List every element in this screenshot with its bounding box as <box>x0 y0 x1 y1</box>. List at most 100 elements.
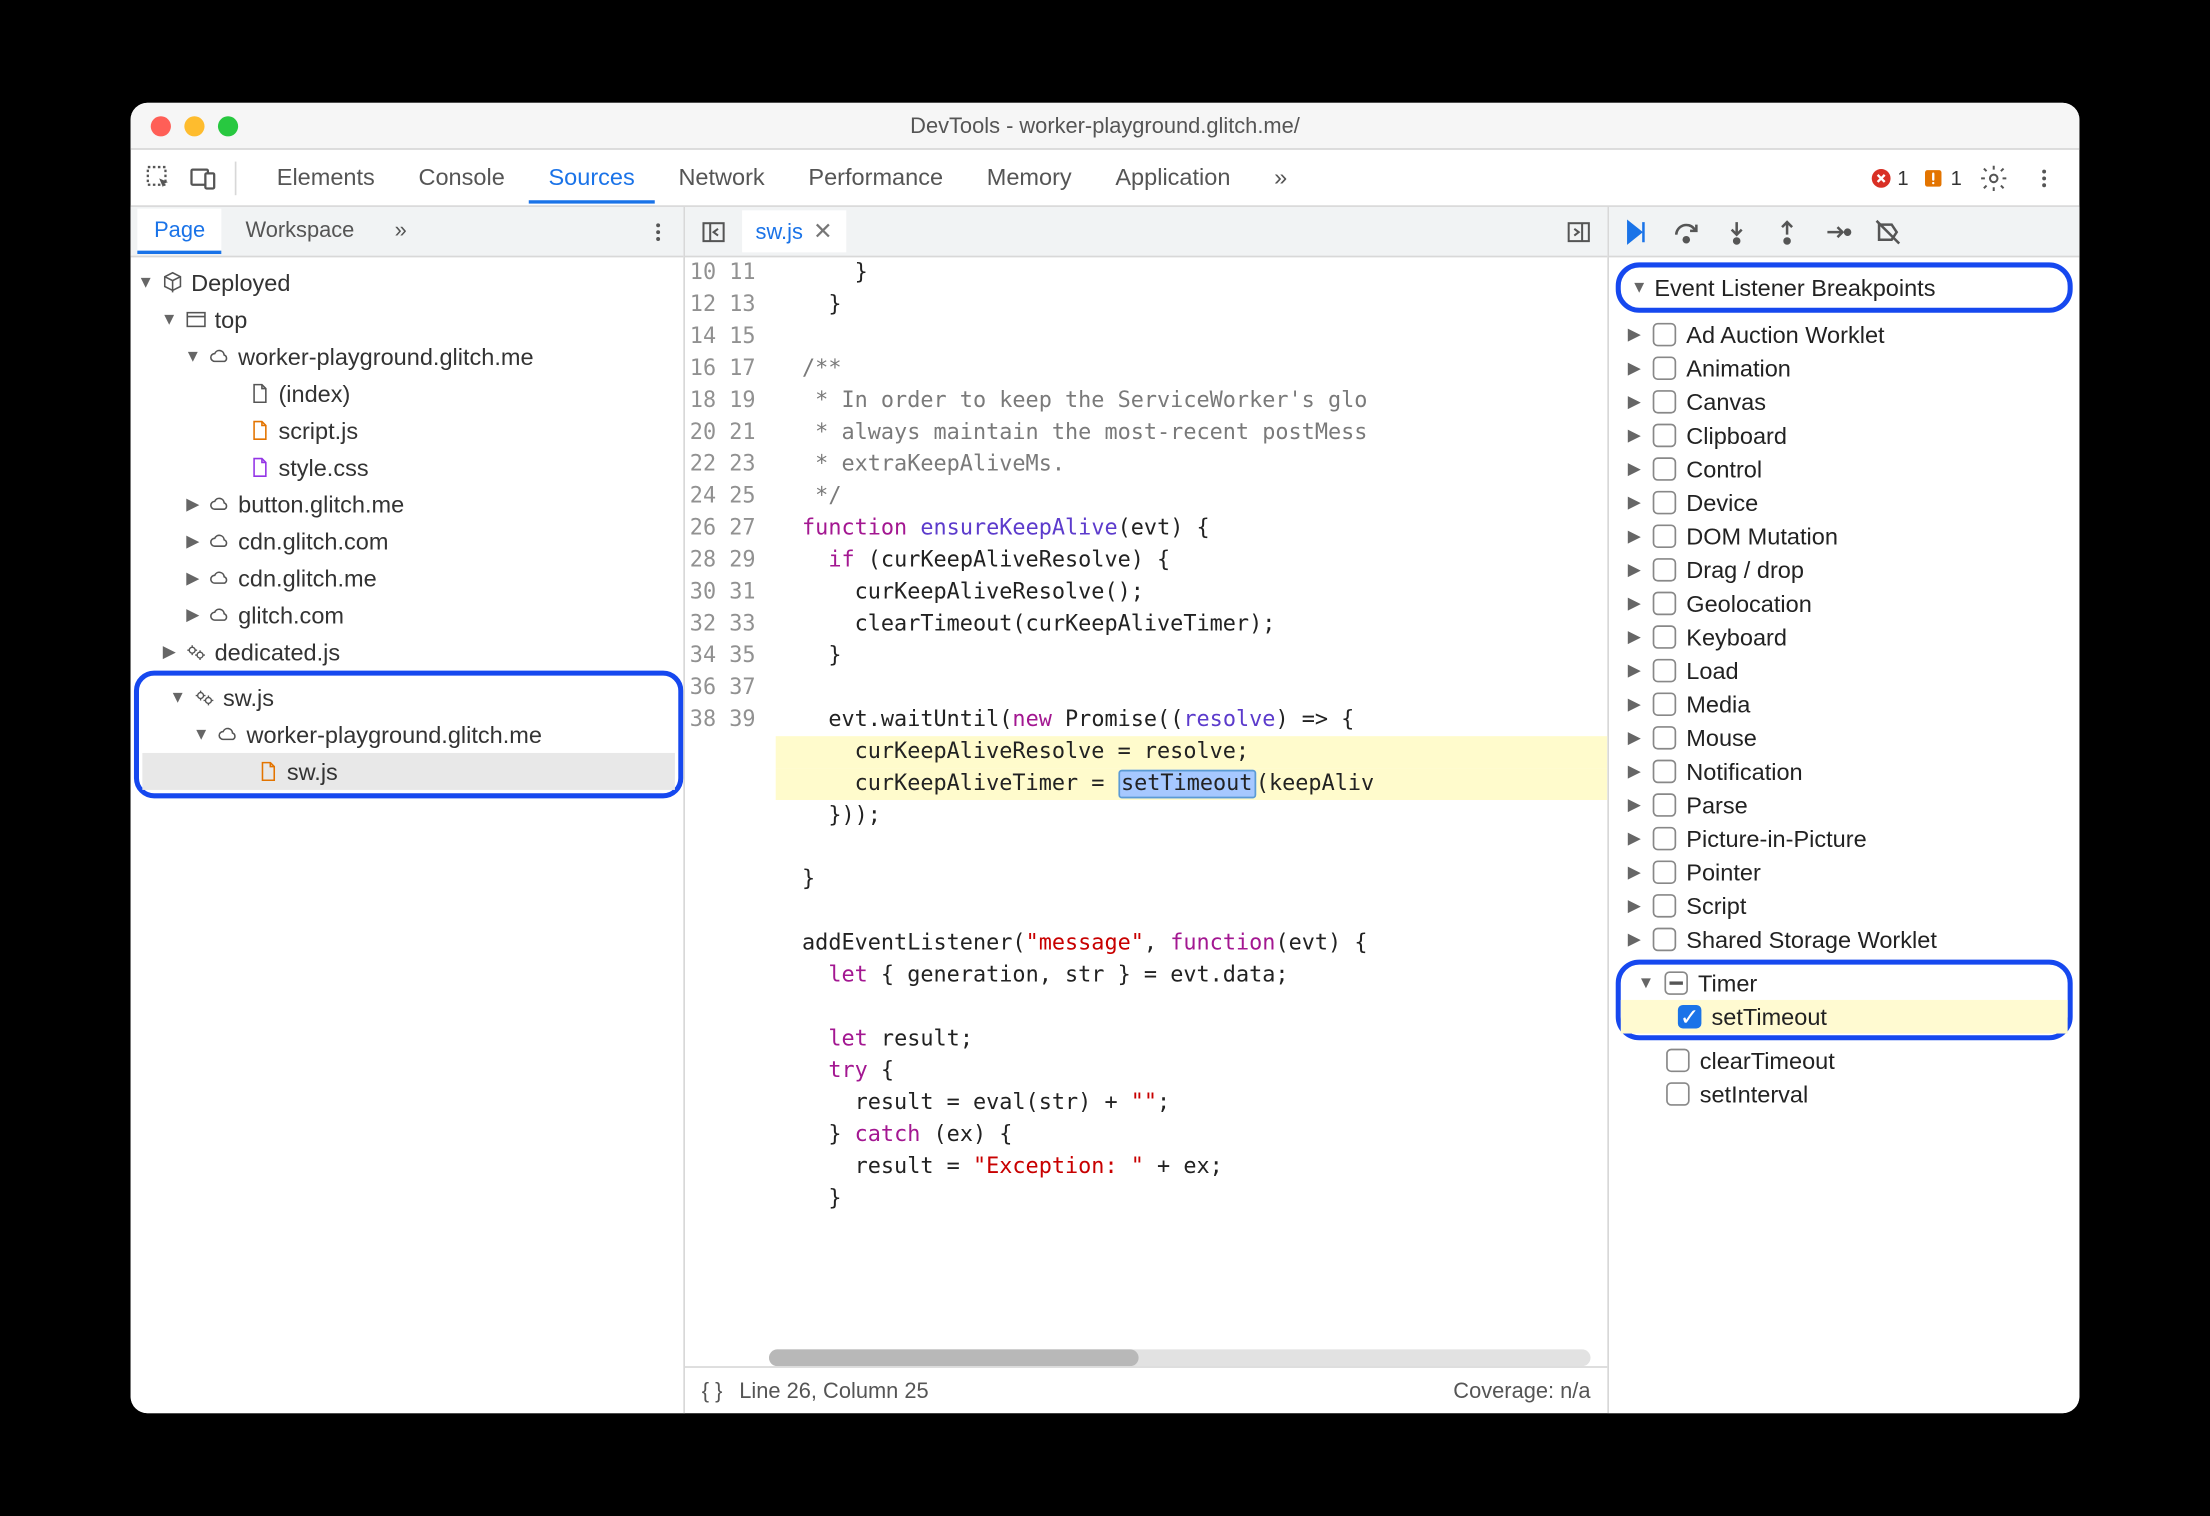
error-count[interactable]: 1 <box>1869 166 1909 190</box>
checkbox-icon[interactable] <box>1653 356 1677 380</box>
checkbox-icon[interactable] <box>1653 323 1677 347</box>
ebp-item-cleartimeout[interactable]: clearTimeout <box>1609 1044 2079 1078</box>
file-tab-swjs[interactable]: sw.js✕ <box>742 210 846 252</box>
ebp-category-timer[interactable]: ▼Timer <box>1621 966 2068 1000</box>
gears-icon <box>183 639 210 666</box>
editor-pane: sw.js✕ 10 11 12 13 14 15 16 17 18 19 20 … <box>685 207 1609 1413</box>
ebp-category[interactable]: ▶Ad Auction Worklet <box>1609 318 2079 352</box>
tabs-overflow-icon[interactable]: » <box>1254 152 1307 202</box>
ebp-category[interactable]: ▶Canvas <box>1609 385 2079 419</box>
ebp-category[interactable]: ▶Clipboard <box>1609 419 2079 453</box>
ebp-category[interactable]: ▶Parse <box>1609 788 2079 822</box>
tab-network[interactable]: Network <box>658 152 785 202</box>
ebp-item-settimeout[interactable]: ✓setTimeout <box>1621 1000 2068 1034</box>
checkbox-icon[interactable] <box>1653 793 1677 817</box>
line-gutter: 10 11 12 13 14 15 16 17 18 19 20 21 22 2… <box>685 257 769 1366</box>
tab-sources[interactable]: Sources <box>528 152 655 202</box>
checkbox-icon[interactable] <box>1653 592 1677 616</box>
step-out-button[interactable] <box>1770 215 1804 249</box>
ebp-category[interactable]: ▶Script <box>1609 889 2079 923</box>
window-controls <box>151 115 238 135</box>
ebp-category[interactable]: ▶Media <box>1609 687 2079 721</box>
ebp-category[interactable]: ▶Drag / drop <box>1609 553 2079 587</box>
ebp-category[interactable]: ▶Picture-in-Picture <box>1609 822 2079 856</box>
file-tree[interactable]: ▼Deployed ▼top ▼worker-playground.glitch… <box>131 257 684 1413</box>
warning-count[interactable]: 1 <box>1922 166 1962 190</box>
tree-label: worker-playground.glitch.me <box>247 721 542 748</box>
checkbox-icon[interactable] <box>1653 558 1677 582</box>
step-over-button[interactable] <box>1669 215 1703 249</box>
inspect-icon[interactable] <box>141 159 178 196</box>
checkbox-indeterminate-icon[interactable] <box>1664 971 1688 995</box>
ebp-item-setinterval[interactable]: setInterval <box>1609 1077 2079 1111</box>
cloud-icon <box>206 565 233 592</box>
checkbox-icon[interactable] <box>1666 1049 1690 1073</box>
navigator-menu-icon[interactable] <box>640 213 677 250</box>
checkbox-icon[interactable] <box>1653 726 1677 750</box>
toggle-navigator-icon[interactable] <box>695 213 732 250</box>
tree-label: cdn.glitch.com <box>238 528 388 555</box>
checkbox-icon[interactable] <box>1653 424 1677 448</box>
horizontal-scrollbar[interactable] <box>769 1349 1591 1366</box>
tab-console[interactable]: Console <box>398 152 525 202</box>
main-tabs: Elements Console Sources Network Perform… <box>257 152 1862 202</box>
ebp-category[interactable]: ▶Notification <box>1609 755 2079 789</box>
checkbox-icon[interactable] <box>1666 1082 1690 1106</box>
ebp-category[interactable]: ▶Keyboard <box>1609 620 2079 654</box>
ebp-category[interactable]: ▶DOM Mutation <box>1609 519 2079 553</box>
ebp-category[interactable]: ▶Pointer <box>1609 855 2079 889</box>
checkbox-icon[interactable] <box>1653 659 1677 683</box>
deactivate-breakpoints-button[interactable] <box>1871 215 1905 249</box>
tab-performance[interactable]: Performance <box>788 152 963 202</box>
kebab-menu-icon[interactable] <box>2026 159 2063 196</box>
tree-label: Deployed <box>191 269 290 296</box>
checkbox-icon[interactable] <box>1653 625 1677 649</box>
tree-label: top <box>215 306 248 333</box>
minimize-window-button[interactable] <box>184 115 204 135</box>
titlebar: DevTools - worker-playground.glitch.me/ <box>131 103 2080 150</box>
checkbox-icon[interactable] <box>1653 692 1677 716</box>
checkbox-icon[interactable] <box>1653 860 1677 884</box>
checkbox-icon[interactable] <box>1653 827 1677 851</box>
settings-icon[interactable] <box>1975 159 2012 196</box>
checkbox-icon[interactable] <box>1653 894 1677 918</box>
ebp-category[interactable]: ▶Animation <box>1609 351 2079 385</box>
navigator-pane: Page Workspace » ▼Deployed ▼top ▼worker-… <box>131 207 685 1413</box>
step-into-button[interactable] <box>1720 215 1754 249</box>
device-toggle-icon[interactable] <box>184 159 221 196</box>
ebp-category[interactable]: ▶Device <box>1609 486 2079 520</box>
close-window-button[interactable] <box>151 115 171 135</box>
navigator-tab-workspace[interactable]: Workspace <box>229 209 371 254</box>
checkbox-icon[interactable] <box>1653 760 1677 784</box>
cursor-position: Line 26, Column 25 <box>739 1378 928 1403</box>
ebp-category[interactable]: ▶Load <box>1609 654 2079 688</box>
tab-application[interactable]: Application <box>1095 152 1250 202</box>
checkbox-icon[interactable] <box>1653 524 1677 548</box>
tree-label: (index) <box>278 380 350 407</box>
coverage-status: Coverage: n/a <box>1453 1378 1590 1403</box>
devtools-window: DevTools - worker-playground.glitch.me/ … <box>131 103 2080 1413</box>
tab-elements[interactable]: Elements <box>257 152 395 202</box>
toggle-debugger-icon[interactable] <box>1560 213 1597 250</box>
ebp-category[interactable]: ▶Mouse <box>1609 721 2079 755</box>
ebp-category[interactable]: ▶Geolocation <box>1609 587 2079 621</box>
step-button[interactable] <box>1821 215 1855 249</box>
zoom-window-button[interactable] <box>218 115 238 135</box>
ebp-category[interactable]: ▶Control <box>1609 452 2079 486</box>
tab-memory[interactable]: Memory <box>967 152 1092 202</box>
checkbox-icon[interactable] <box>1653 457 1677 481</box>
ebp-list[interactable]: ▶Ad Auction Worklet▶Animation▶Canvas▶Cli… <box>1609 318 2079 1413</box>
navigator-tab-page[interactable]: Page <box>137 209 222 254</box>
close-tab-icon[interactable]: ✕ <box>813 217 833 246</box>
ebp-section-header[interactable]: ▼Event Listener Breakpoints <box>1621 267 2068 307</box>
braces-icon[interactable]: { } <box>702 1378 723 1403</box>
checkbox-icon[interactable] <box>1653 491 1677 515</box>
checkbox-icon[interactable] <box>1653 390 1677 414</box>
code-content[interactable]: } } /** * In order to keep the ServiceWo… <box>769 257 1607 1366</box>
checkbox-checked-icon[interactable]: ✓ <box>1678 1005 1702 1029</box>
navigator-overflow-icon[interactable]: » <box>378 209 424 254</box>
code-editor[interactable]: 10 11 12 13 14 15 16 17 18 19 20 21 22 2… <box>685 257 1607 1366</box>
resume-button[interactable] <box>1619 215 1653 249</box>
ebp-category[interactable]: ▶Shared Storage Worklet <box>1609 923 2079 957</box>
checkbox-icon[interactable] <box>1653 928 1677 952</box>
